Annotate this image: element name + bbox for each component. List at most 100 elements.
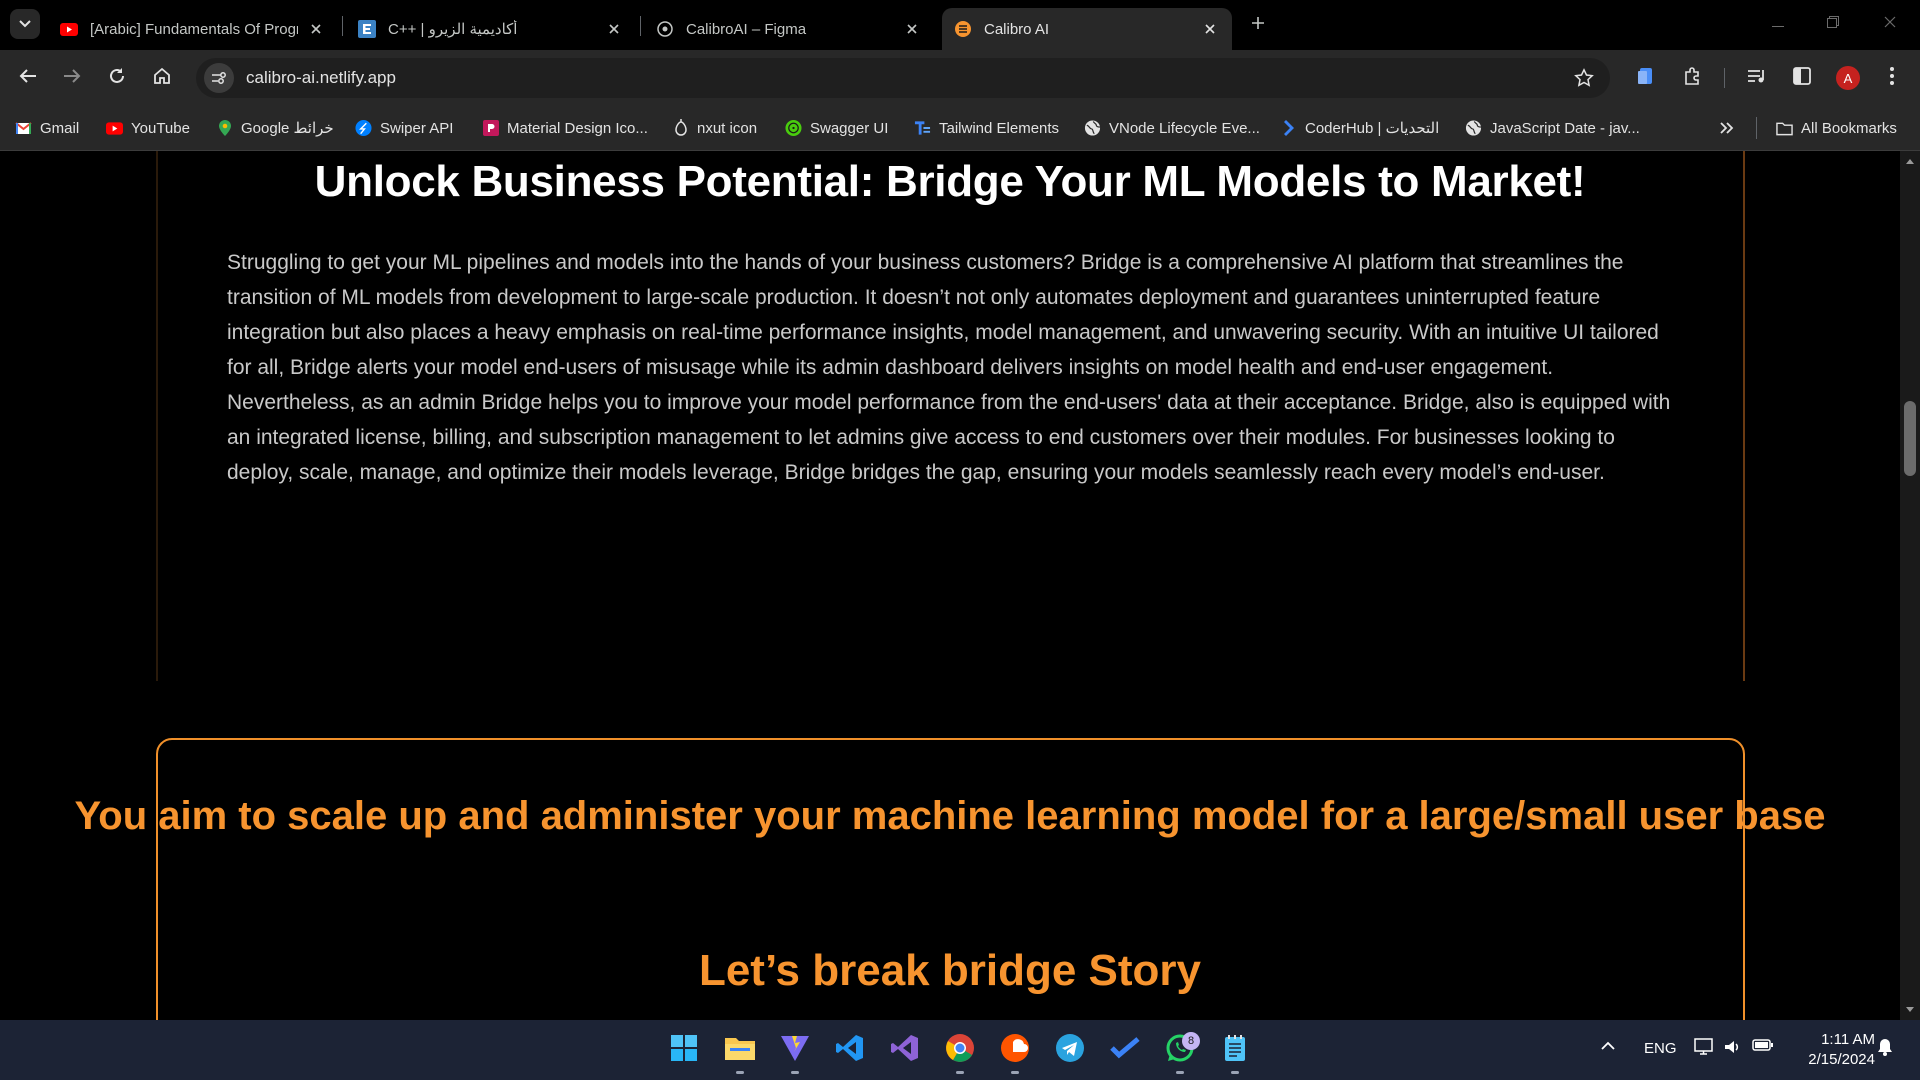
bookmark-star-icon[interactable] bbox=[1572, 66, 1596, 90]
new-tab-button[interactable] bbox=[1245, 12, 1271, 38]
restore-button[interactable] bbox=[1813, 10, 1853, 38]
close-window-button[interactable] bbox=[1870, 10, 1910, 38]
close-icon[interactable] bbox=[902, 19, 922, 39]
todo-icon bbox=[1110, 1036, 1140, 1065]
youtube-icon bbox=[60, 20, 78, 38]
taskbar-chrome[interactable] bbox=[940, 1030, 980, 1074]
home-icon bbox=[153, 67, 171, 90]
globe-icon bbox=[1084, 120, 1101, 137]
all-bookmarks-button[interactable]: All Bookmarks bbox=[1776, 117, 1897, 139]
tab-fundamentals[interactable]: [Arabic] Fundamentals Of Progr bbox=[48, 8, 338, 50]
bookmark-nxut-icon[interactable]: nxut icon bbox=[672, 117, 757, 139]
scrollbar-thumb[interactable] bbox=[1904, 401, 1916, 476]
notifications-button[interactable] bbox=[1877, 1038, 1893, 1060]
taskbar-vscode[interactable] bbox=[830, 1030, 870, 1070]
docs-extension-icon bbox=[1637, 66, 1655, 91]
minimize-icon bbox=[1772, 15, 1784, 33]
clock-time: 1:11 AM bbox=[1821, 1031, 1875, 1048]
back-button[interactable] bbox=[12, 62, 44, 94]
tab-title: CalibroAI – Figma bbox=[686, 20, 807, 38]
tab-strip: [Arabic] Fundamentals Of Progr C++ | أكا… bbox=[0, 0, 1920, 50]
taskbar-vite[interactable] bbox=[775, 1030, 815, 1074]
material-icon bbox=[482, 120, 499, 137]
bookmark-coderhub[interactable]: CoderHub | التحديات bbox=[1280, 117, 1439, 139]
arrow-left-icon bbox=[19, 68, 37, 89]
tab-figma[interactable]: CalibroAI – Figma bbox=[644, 8, 934, 50]
network-icon[interactable] bbox=[1694, 1038, 1714, 1060]
bookmark-vnode-lifecycle[interactable]: VNode Lifecycle Eve... bbox=[1084, 117, 1260, 139]
bookmark-youtube[interactable]: YouTube bbox=[106, 117, 190, 139]
site-settings-icon[interactable] bbox=[204, 63, 234, 93]
tailwind-icon bbox=[914, 120, 931, 137]
reload-button[interactable] bbox=[101, 62, 133, 94]
bookmarks-divider bbox=[1756, 117, 1757, 139]
windows-taskbar: 8 ENG 1:11 AM 2/15/2024 bbox=[0, 1020, 1920, 1080]
notification-badge: 8 bbox=[1182, 1032, 1200, 1050]
start-button[interactable] bbox=[664, 1030, 704, 1070]
running-indicator bbox=[791, 1071, 799, 1074]
tab-cpp-zero[interactable]: C++ | أكاديمية الزيرو bbox=[346, 8, 636, 50]
browser-toolbar: calibro-ai.netlify.app A bbox=[0, 50, 1920, 106]
address-bar[interactable]: calibro-ai.netlify.app bbox=[196, 58, 1610, 98]
scroll-up-arrow-icon[interactable] bbox=[1904, 155, 1916, 167]
minimize-button[interactable] bbox=[1758, 10, 1798, 38]
folder-icon bbox=[1776, 120, 1793, 137]
forward-button[interactable] bbox=[56, 62, 88, 94]
taskbar-notepad[interactable] bbox=[1215, 1030, 1255, 1074]
close-icon[interactable] bbox=[306, 19, 326, 39]
clock-date: 2/15/2024 bbox=[1808, 1051, 1875, 1068]
media-controls-button[interactable] bbox=[1741, 62, 1773, 94]
bookmark-swagger-ui[interactable]: Swagger UI bbox=[785, 117, 888, 139]
battery-icon[interactable] bbox=[1752, 1038, 1774, 1056]
url-text: calibro-ai.netlify.app bbox=[246, 68, 396, 87]
plus-icon bbox=[1251, 16, 1265, 35]
more-bookmarks-button[interactable] bbox=[1718, 117, 1743, 139]
language-indicator[interactable]: ENG bbox=[1644, 1040, 1677, 1057]
tab-search-button[interactable] bbox=[10, 9, 40, 39]
scroll-down-arrow-icon[interactable] bbox=[1904, 1004, 1916, 1016]
bookmark-google-maps[interactable]: Google خرائط bbox=[216, 117, 334, 139]
bookmark-swiper-api[interactable]: Swiper API bbox=[355, 117, 453, 139]
start-icon bbox=[670, 1034, 698, 1067]
side-panel-icon bbox=[1793, 66, 1811, 90]
close-icon[interactable] bbox=[1200, 19, 1220, 39]
running-indicator bbox=[956, 1071, 964, 1074]
extension-button[interactable] bbox=[1630, 62, 1662, 94]
file-explorer-icon bbox=[724, 1035, 756, 1066]
taskbar-whatsapp[interactable]: 8 bbox=[1160, 1030, 1200, 1074]
tab-title: C++ | أكاديمية الزيرو bbox=[388, 21, 518, 38]
telegram-icon bbox=[1055, 1033, 1085, 1068]
taskbar-visual-studio[interactable] bbox=[885, 1030, 925, 1070]
youtube-icon bbox=[106, 120, 123, 137]
story-card-subheading: Let’s break bridge Story bbox=[698, 946, 1202, 995]
gmail-icon bbox=[15, 120, 32, 137]
bookmark-gmail[interactable]: Gmail bbox=[15, 117, 79, 139]
taskbar-file-explorer[interactable] bbox=[720, 1030, 760, 1074]
running-indicator bbox=[1231, 1071, 1239, 1074]
nuxt-icon bbox=[672, 119, 689, 137]
system-clock[interactable]: 1:11 AM 2/15/2024 bbox=[1785, 1030, 1875, 1070]
tab-calibro-ai[interactable]: Calibro AI bbox=[942, 8, 1232, 50]
taskbar-soundcloud[interactable] bbox=[995, 1030, 1035, 1074]
bookmark-material-design[interactable]: Material Design Ico... bbox=[482, 117, 648, 139]
page-heading: Unlock Business Potential: Bridge Your M… bbox=[314, 157, 1586, 206]
bookmark-javascript-date[interactable]: JavaScript Date - jav... bbox=[1465, 117, 1640, 139]
side-panel-button[interactable] bbox=[1786, 62, 1818, 94]
vscode-icon bbox=[836, 1034, 864, 1067]
page-scrollbar[interactable] bbox=[1900, 151, 1920, 1020]
coderhub-icon bbox=[1280, 120, 1297, 137]
menu-button[interactable] bbox=[1876, 62, 1908, 94]
profile-avatar[interactable]: A bbox=[1836, 66, 1860, 90]
tab-title: Calibro AI bbox=[984, 20, 1050, 38]
taskbar-telegram[interactable] bbox=[1050, 1030, 1090, 1070]
taskbar-todo[interactable] bbox=[1105, 1030, 1145, 1070]
more-vertical-icon bbox=[1890, 66, 1894, 90]
home-button[interactable] bbox=[146, 62, 178, 94]
bookmark-tailwind-elements[interactable]: Tailwind Elements bbox=[914, 117, 1059, 139]
show-hidden-icons-button[interactable] bbox=[1601, 1038, 1615, 1055]
media-queue-icon bbox=[1747, 68, 1767, 89]
extensions-menu-button[interactable] bbox=[1676, 62, 1708, 94]
close-icon[interactable] bbox=[604, 19, 624, 39]
volume-icon[interactable] bbox=[1723, 1038, 1741, 1060]
vite-icon bbox=[780, 1034, 810, 1067]
